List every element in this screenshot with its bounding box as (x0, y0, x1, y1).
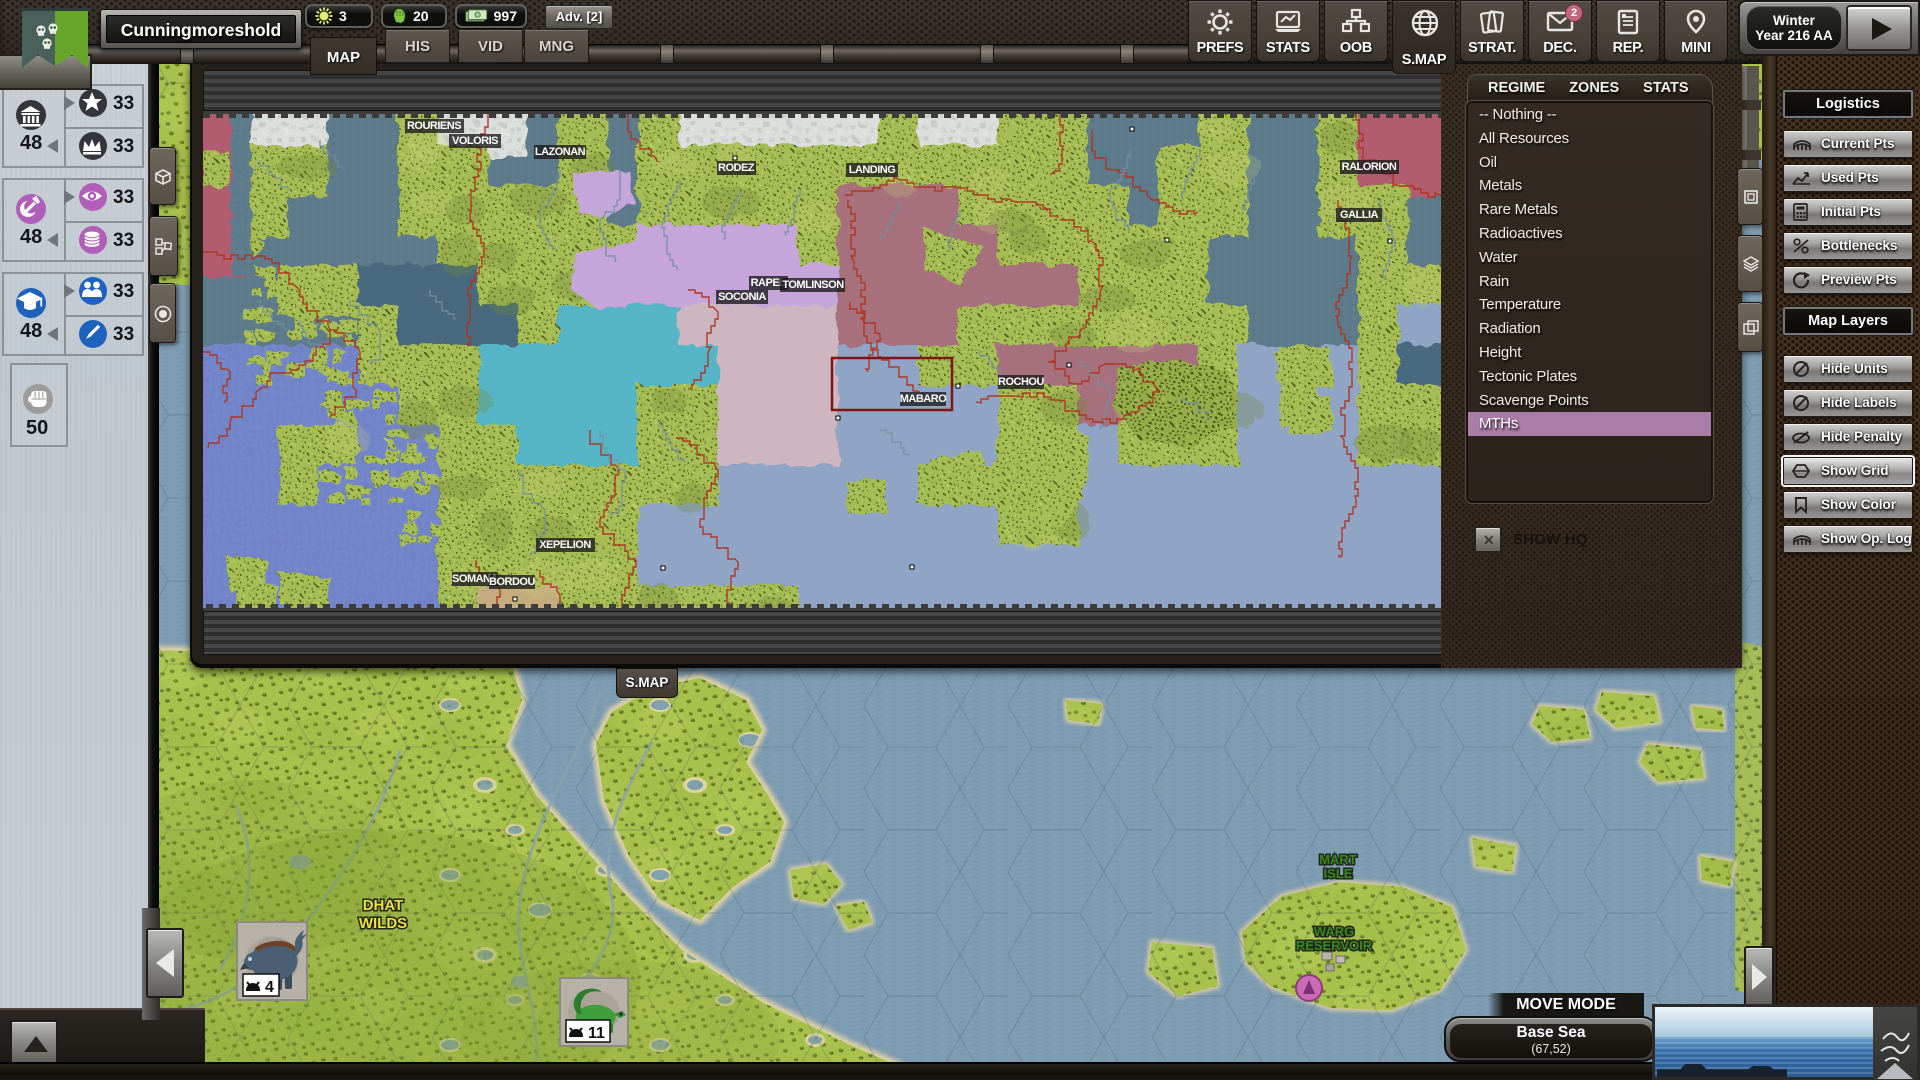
svg-text:11: 11 (588, 1025, 605, 1042)
svg-text:WARG: WARG (1314, 924, 1354, 939)
svg-text:LAZONAN: LAZONAN (535, 146, 586, 158)
svg-text:ROURIENS: ROURIENS (407, 120, 461, 132)
svg-text:DHAT: DHAT (363, 897, 404, 914)
svg-text:TOMLINSON: TOMLINSON (782, 279, 844, 291)
svg-text:LANDING: LANDING (849, 164, 896, 176)
svg-text:RESERVOIR: RESERVOIR (1296, 938, 1373, 953)
svg-text:ROCHOU: ROCHOU (998, 376, 1044, 388)
svg-text:ISLE: ISLE (1324, 866, 1353, 881)
svg-text:MART: MART (1319, 852, 1357, 867)
svg-text:MABARO: MABARO (900, 393, 947, 405)
svg-text:WILDS: WILDS (359, 915, 407, 932)
svg-text:RALORION: RALORION (1342, 161, 1397, 173)
svg-text:VOLORIS: VOLORIS (452, 135, 498, 147)
svg-text:RODEZ: RODEZ (718, 162, 755, 174)
svg-text:SOCONIA: SOCONIA (718, 291, 766, 303)
svg-text:BORDOU: BORDOU (489, 576, 535, 588)
svg-text:4: 4 (265, 979, 274, 996)
svg-text:XEPELION: XEPELION (539, 539, 591, 551)
svg-text:GALLIA: GALLIA (1340, 209, 1378, 221)
